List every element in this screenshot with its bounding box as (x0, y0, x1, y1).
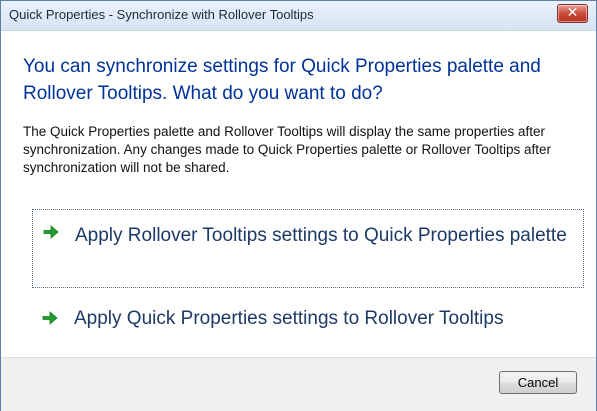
main-instruction: You can synchronize settings for Quick P… (23, 56, 541, 104)
close-icon: ✕ (566, 5, 579, 21)
dialog-window: Quick Properties - Synchronize with Roll… (0, 0, 597, 411)
green-arrow-icon (43, 225, 59, 239)
cancel-button[interactable]: Cancel (499, 371, 577, 394)
green-arrow-icon (42, 311, 58, 325)
close-button[interactable]: ✕ (557, 4, 588, 23)
dialog-footer: Cancel (1, 357, 596, 411)
command-link-apply-palette-to-tooltips[interactable]: Apply Quick Properties settings to Rollo… (32, 303, 584, 343)
description-text: The Quick Properties palette and Rollove… (23, 124, 552, 175)
dialog-content: You can synchronize settings for Quick P… (1, 31, 596, 356)
title-bar[interactable]: Quick Properties - Synchronize with Roll… (1, 1, 596, 31)
command-link-apply-tooltips-to-palette[interactable]: Apply Rollover Tooltips settings to Quic… (32, 209, 584, 288)
command-link-label: Apply Quick Properties settings to Rollo… (74, 308, 504, 329)
command-link-label: Apply Rollover Tooltips settings to Quic… (75, 225, 567, 246)
window-title: Quick Properties - Synchronize with Roll… (9, 7, 314, 22)
